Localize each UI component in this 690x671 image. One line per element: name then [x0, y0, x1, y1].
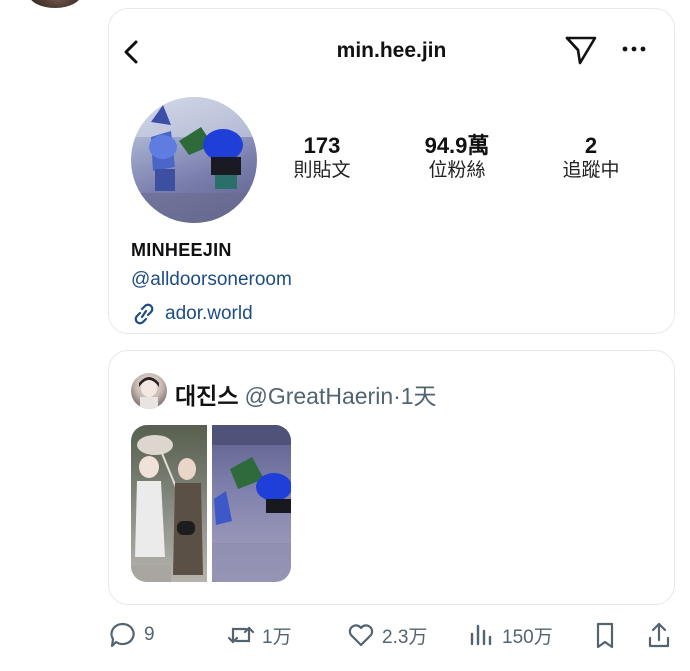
followers-label: 位粉絲 [428, 160, 486, 181]
link-icon [134, 303, 154, 325]
stat-posts[interactable]: 173 則貼文 [267, 133, 377, 183]
profile-linked-handle[interactable]: @alldoorsoneroom [131, 269, 292, 291]
tweet-media-grid [131, 425, 291, 582]
views-icon [470, 624, 492, 646]
photo-1-illustration [131, 435, 203, 582]
like-icon [348, 624, 374, 647]
followers-count: 94.9萬 [424, 133, 490, 158]
user-avatar[interactable] [28, 0, 82, 8]
posts-label: 則貼文 [293, 160, 351, 181]
reply-count: 9 [144, 624, 155, 645]
bookmark-button[interactable] [590, 620, 620, 650]
send-icon[interactable] [563, 33, 599, 67]
posts-count: 173 [303, 133, 341, 158]
retweet-count: 1万 [262, 626, 292, 648]
like-count: 2.3万 [382, 626, 428, 648]
tweet-author-handle[interactable]: @GreatHaerin [244, 383, 393, 409]
profile-card: min.hee.jin 173 則貼文 94.9萬 位粉絲 2 追蹤中 MINH… [108, 8, 675, 334]
tweet-header: 대진스 @GreatHaerin·1天 [175, 377, 437, 411]
like-button[interactable]: 2.3万 [346, 620, 427, 650]
stat-followers[interactable]: 94.9萬 位粉絲 [402, 133, 512, 183]
retweet-icon [227, 626, 255, 644]
tweet-author-avatar[interactable] [131, 373, 167, 409]
profile-avatar[interactable] [131, 97, 257, 223]
more-icon[interactable] [621, 39, 647, 59]
views-button[interactable]: 150万 [466, 620, 553, 650]
photo-2-illustration [212, 425, 291, 582]
bookmark-icon [596, 622, 614, 649]
tweet-author-name[interactable]: 대진스 [175, 383, 238, 409]
retweet-button[interactable]: 1万 [226, 620, 292, 650]
following-label: 追蹤中 [562, 160, 620, 181]
quoted-tweet-card[interactable]: 대진스 @GreatHaerin·1天 [108, 350, 675, 605]
reply-button[interactable]: 9 [108, 620, 155, 650]
share-button[interactable] [644, 620, 674, 650]
tweet-photo-2[interactable] [212, 425, 291, 582]
following-count: 2 [584, 133, 598, 158]
profile-website-link[interactable]: ador.world [131, 303, 253, 325]
tweet-photo-1[interactable] [131, 425, 207, 582]
reply-icon [110, 622, 135, 648]
tweet-timestamp[interactable]: ·1天 [393, 383, 436, 409]
share-icon [648, 622, 670, 648]
website-text: ador.world [165, 303, 253, 324]
profile-display-name: MINHEEJIN [131, 240, 232, 260]
avatar-illustration [131, 97, 257, 223]
tweet-action-bar: 9 1万 2.3万 150万 [108, 620, 688, 652]
views-count: 150万 [502, 626, 553, 648]
stat-following[interactable]: 2 追蹤中 [536, 133, 646, 183]
tweet-avatar-illustration [139, 377, 159, 409]
